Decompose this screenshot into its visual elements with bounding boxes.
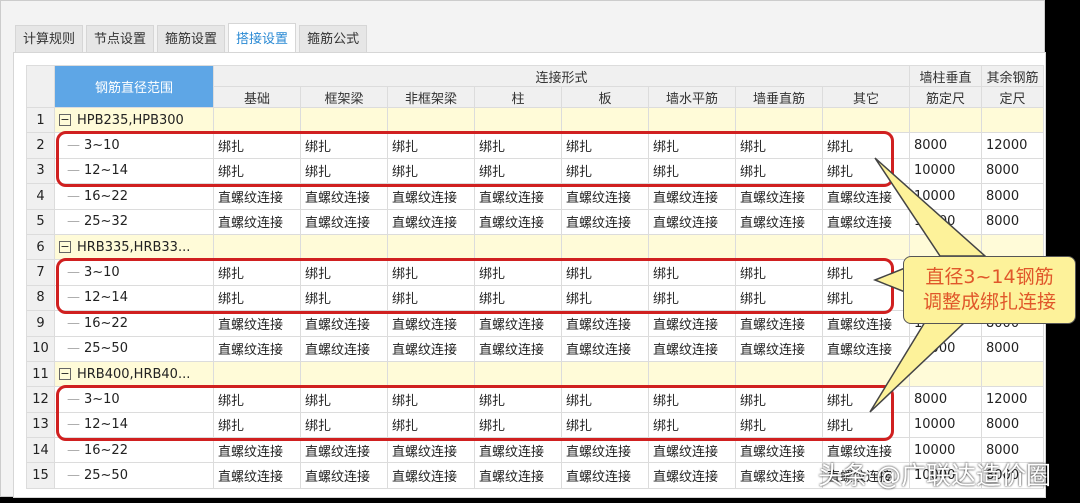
callout-pointers xyxy=(869,157,987,413)
watermark: 头条 @广联达造价圈 xyxy=(818,461,1051,490)
callout-line-1: 直径3~14钢筋 xyxy=(925,266,1054,288)
annotation-callout: 直径3~14钢筋 调整成绑扎连接 xyxy=(903,256,1076,324)
callout-line-2: 调整成绑扎连接 xyxy=(922,291,1056,313)
